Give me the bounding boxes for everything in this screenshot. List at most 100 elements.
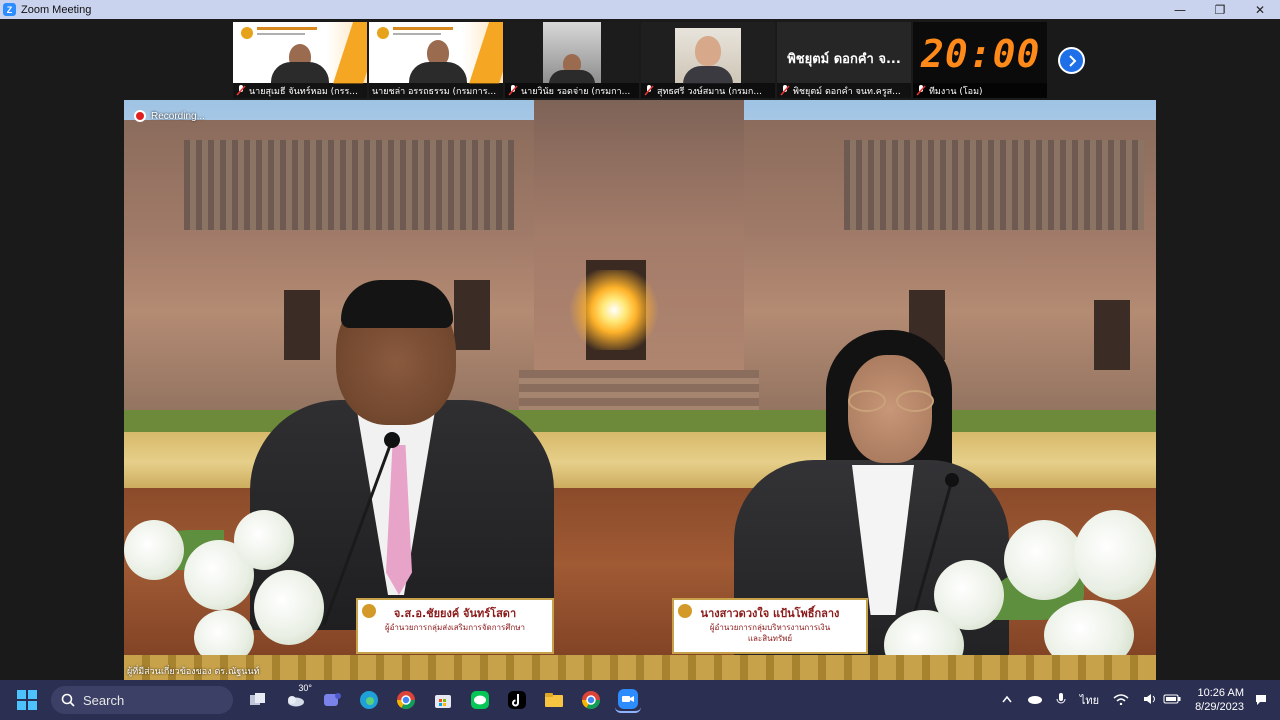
meeting-area: นายสุเมธี จันทร์หอม (กรร... นายชล่า อรรถ… [0,19,1280,680]
clock-time: 10:26 AM [1197,687,1244,699]
participant-name-bar: นายสุเมธี จันทร์หอม (กรร... [233,83,367,98]
windows-logo-icon [17,701,26,710]
chevron-right-icon [1068,54,1076,67]
search-placeholder: Search [83,692,125,708]
maximize-button[interactable]: ❐ [1200,0,1240,19]
name-plate-title: และสินทรัพย์ [747,634,793,643]
windows-logo-icon [28,701,37,710]
countdown-clock: 20:00 [921,32,1041,76]
org-logo-icon [377,27,389,39]
name-plate-title: ผู้อำนวยการกลุ่มส่งเสริมการจัดการศึกษา [384,623,526,632]
participant-name: นายวินัย รอดจ่าย (กรมกา... [521,86,631,97]
participant-thumbnail[interactable]: นายชล่า อรรถธรรม (กรมการ... [369,22,503,98]
system-tray: ไทย 10:26 AM 8/29/2023 [1002,680,1280,720]
emblem-icon [362,604,376,618]
participant-thumbnail[interactable]: นายสุเมธี จันทร์หอม (กรร... [233,22,367,98]
edge-icon[interactable] [356,687,382,713]
org-logo-icon [241,27,253,39]
chrome-icon[interactable] [393,687,419,713]
temple-roof-left [184,140,514,230]
participant-thumbnail[interactable]: พิชยุตม์ ดอกคำ จ... พิชยุตม์ ดอกคำ จนท.ค… [777,22,911,98]
taskbar-clock[interactable]: 10:26 AM 8/29/2023 [1195,686,1244,714]
participant-body [683,66,733,84]
windows-logo-icon [28,690,37,699]
temple-window [284,290,320,360]
slide-subheader-bar [393,33,441,35]
participant-name-bar: สุทธศรี วงษ์สมาน (กรมก... [641,83,775,98]
glasses [848,390,934,412]
close-button[interactable]: ✕ [1240,0,1280,19]
file-explorer-icon[interactable] [541,687,567,713]
windows-taskbar: Search 30° ไทย 10:26 AM 8/29/2023 [0,680,1280,720]
line-icon[interactable] [467,687,493,713]
zoom-icon[interactable] [615,687,641,713]
window-titlebar[interactable]: Z Zoom Meeting — ❐ ✕ [0,0,1280,19]
participant-name: ทีมงาน (โอม) [929,86,983,97]
main-speaker-video[interactable]: จ.ส.อ.ชัยยงค์ จันทร์โสดา ผู้อำนวยการกลุ่… [124,100,1156,680]
weather-temperature: 30° [298,683,312,693]
white-flowers [1074,510,1156,600]
slide-header-bar [257,27,317,30]
notification-icon[interactable] [1254,692,1268,709]
tiktok-icon[interactable] [504,687,530,713]
chrome-profile-icon[interactable] [578,687,604,713]
zoom-logo-icon: Z [3,3,16,16]
muted-mic-icon [916,85,926,96]
recording-indicator[interactable]: Recording... [134,110,205,122]
slide-header-bar [393,27,453,30]
emblem-icon [678,604,692,618]
participant-name-bar: นายชล่า อรรถธรรม (กรมการ... [369,83,503,98]
stage-front-trim [124,655,1156,680]
windows-logo-icon [17,690,26,699]
clock-date: 8/29/2023 [1195,701,1244,713]
slide-subheader-bar [257,33,305,35]
white-flowers [124,520,184,580]
name-plate-title: ผู้อำนวยการกลุ่มบริหารงานการเงิน [709,623,831,632]
search-icon [61,693,75,707]
participant-head [695,36,721,66]
slide-background [369,22,503,86]
teams-icon[interactable] [319,687,345,713]
store-icon[interactable] [430,687,456,713]
participant-thumbnail[interactable]: นายวินัย รอดจ่าย (กรมกา... [505,22,639,98]
participant-video [675,28,741,84]
volume-icon[interactable] [1143,693,1157,708]
microphone-icon[interactable] [1056,692,1066,709]
participant-body [549,70,595,84]
white-flowers [254,570,324,645]
participant-name: พิชยุตม์ ดอกคำ จนท.ครูส... [793,86,901,97]
participant-name: นายสุเมธี จันทร์หอม (กรร... [249,86,358,97]
participant-name: นายชล่า อรรถธรรม (กรมการ... [372,86,497,97]
task-view-icon[interactable] [245,687,271,713]
glasses-lens [896,390,934,412]
glasses-lens [848,390,886,412]
participant-name-bar: นายวินัย รอดจ่าย (กรมกา... [505,83,639,98]
start-button[interactable] [17,690,37,710]
taskbar-search[interactable]: Search [51,686,233,714]
participant-name: สุทธศรี วงษ์สมาน (กรมก... [657,86,762,97]
backdrop-light-glow [564,270,664,350]
name-plate-left: จ.ส.อ.ชัยยงค์ จันทร์โสดา ผู้อำนวยการกลุ่… [356,598,554,654]
wifi-icon[interactable] [1113,693,1129,708]
speaker-left-hair [341,280,453,328]
active-speaker-name: ผู้ที่มีส่วนเกี่ยวข้องของ ดร.ณัฐนนท์ [127,667,260,677]
onedrive-icon[interactable] [1026,694,1042,707]
slide-accent-stripe [468,22,503,84]
battery-icon[interactable] [1163,694,1181,707]
participant-thumbnail[interactable]: สุทธศรี วงษ์สมาน (กรมก... [641,22,775,98]
window-title: Zoom Meeting [21,3,92,16]
white-flowers [234,510,294,570]
input-language[interactable]: ไทย [1080,691,1099,709]
muted-mic-icon [508,85,518,96]
participant-video [543,22,601,84]
chevron-up-icon[interactable] [1002,694,1012,706]
temple-window [454,280,490,350]
muted-mic-icon [644,85,654,96]
window-controls: — ❐ ✕ [1160,0,1280,19]
minimize-button[interactable]: — [1160,0,1200,19]
weather-icon[interactable]: 30° [282,683,312,713]
participant-thumbnail[interactable]: 20:00 ทีมงาน (โอม) [913,22,1047,98]
next-page-button[interactable] [1058,47,1085,74]
name-plate-name: นางสาวดวงใจ แป้นโพธิ์กลาง [700,607,840,620]
muted-mic-icon [236,85,246,96]
